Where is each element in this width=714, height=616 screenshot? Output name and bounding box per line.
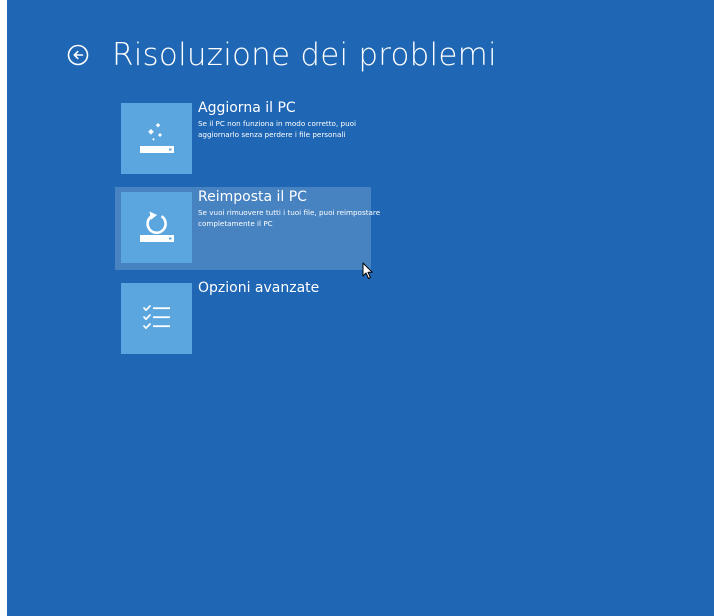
checklist-icon [142, 304, 170, 329]
option-advanced[interactable]: Opzioni avanzate [115, 278, 371, 361]
option-tile [121, 103, 192, 174]
option-tile [121, 192, 192, 263]
option-description: Se il PC non funziona in modo corretto, … [198, 119, 357, 139]
option-title: Reimposta il PC [198, 189, 307, 205]
option-description: Se vuoi rimuovere tutti i tuoi file, puo… [198, 208, 381, 228]
option-title: Aggiorna il PC [198, 100, 296, 116]
header: Risoluzione dei problemi [65, 33, 497, 77]
back-button[interactable] [65, 42, 91, 68]
option-refresh-pc[interactable]: Aggiorna il PC Se il PC non funziona in … [115, 98, 371, 181]
troubleshoot-screen: Risoluzione dei problemi Aggiorna il PC … [7, 0, 714, 616]
option-title: Opzioni avanzate [198, 280, 320, 296]
mouse-cursor-icon [362, 262, 373, 279]
back-arrow-circle-icon [67, 44, 89, 66]
refresh-pc-icon [139, 122, 174, 153]
reset-pc-icon [139, 211, 174, 242]
page-title: Risoluzione dei problemi [112, 37, 497, 73]
option-tile [121, 283, 192, 354]
option-reset-pc[interactable]: Reimposta il PC Se vuoi rimuovere tutti … [115, 187, 380, 270]
